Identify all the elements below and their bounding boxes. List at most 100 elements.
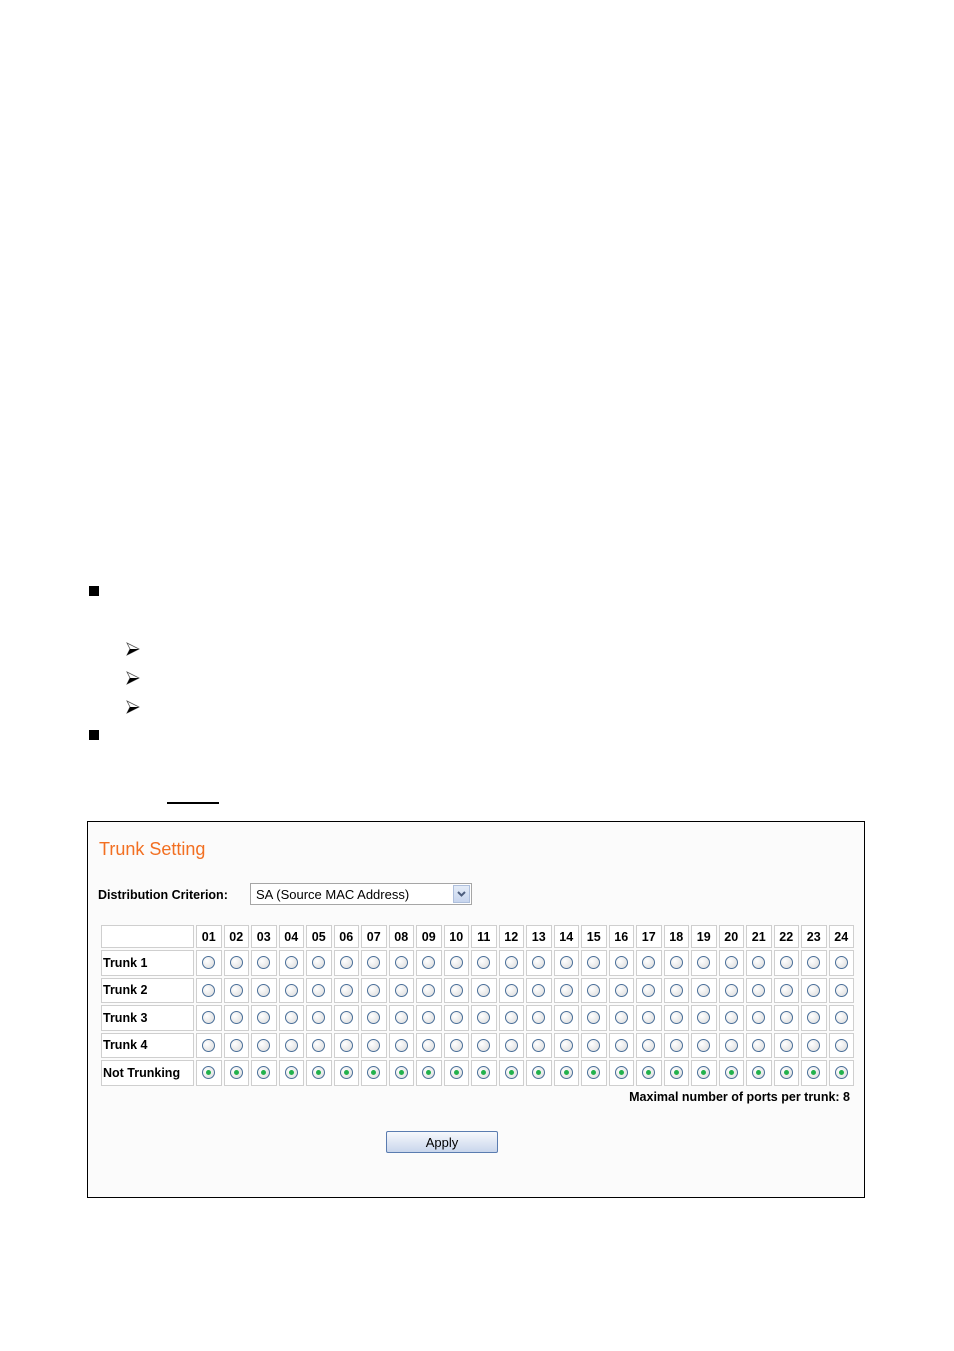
- port-radio-button[interactable]: [312, 956, 326, 970]
- port-radio-button[interactable]: [532, 1011, 546, 1025]
- port-radio-button[interactable]: [367, 1066, 381, 1080]
- port-radio-button[interactable]: [779, 983, 793, 997]
- port-radio-button[interactable]: [339, 956, 353, 970]
- port-radio-button[interactable]: [614, 1066, 628, 1080]
- distribution-criterion-select[interactable]: SA (Source MAC Address): [250, 883, 472, 905]
- port-radio-button[interactable]: [724, 1066, 738, 1080]
- port-radio-button[interactable]: [477, 1011, 491, 1025]
- port-radio-button[interactable]: [587, 1038, 601, 1052]
- port-radio-button[interactable]: [422, 1011, 436, 1025]
- port-radio-button[interactable]: [339, 1038, 353, 1052]
- chevron-down-icon[interactable]: [453, 885, 470, 903]
- port-radio-button[interactable]: [642, 1011, 656, 1025]
- port-radio-button[interactable]: [229, 983, 243, 997]
- port-radio-button[interactable]: [367, 956, 381, 970]
- port-radio-button[interactable]: [752, 1038, 766, 1052]
- port-radio-button[interactable]: [284, 1011, 298, 1025]
- port-radio-button[interactable]: [752, 1066, 766, 1080]
- port-radio-button[interactable]: [697, 1066, 711, 1080]
- port-radio-button[interactable]: [284, 983, 298, 997]
- port-radio-button[interactable]: [807, 956, 821, 970]
- port-radio-button[interactable]: [532, 1066, 546, 1080]
- port-radio-button[interactable]: [587, 1011, 601, 1025]
- port-radio-button[interactable]: [614, 956, 628, 970]
- port-radio-button[interactable]: [642, 1066, 656, 1080]
- port-radio-button[interactable]: [449, 1038, 463, 1052]
- port-radio-button[interactable]: [477, 1066, 491, 1080]
- port-radio-button[interactable]: [229, 1011, 243, 1025]
- port-radio-button[interactable]: [422, 956, 436, 970]
- port-radio-button[interactable]: [504, 956, 518, 970]
- port-radio-button[interactable]: [367, 983, 381, 997]
- port-radio-button[interactable]: [532, 1038, 546, 1052]
- port-radio-button[interactable]: [202, 1011, 216, 1025]
- port-radio-button[interactable]: [834, 1038, 848, 1052]
- port-radio-button[interactable]: [312, 1011, 326, 1025]
- port-radio-button[interactable]: [697, 1038, 711, 1052]
- port-radio-button[interactable]: [422, 1066, 436, 1080]
- port-radio-button[interactable]: [669, 1011, 683, 1025]
- port-radio-button[interactable]: [504, 983, 518, 997]
- port-radio-button[interactable]: [587, 983, 601, 997]
- port-radio-button[interactable]: [202, 983, 216, 997]
- port-radio-button[interactable]: [669, 983, 683, 997]
- port-radio-button[interactable]: [312, 983, 326, 997]
- port-radio-button[interactable]: [202, 1038, 216, 1052]
- port-radio-button[interactable]: [257, 1038, 271, 1052]
- port-radio-button[interactable]: [394, 1011, 408, 1025]
- port-radio-button[interactable]: [257, 1066, 271, 1080]
- port-radio-button[interactable]: [807, 1038, 821, 1052]
- port-radio-button[interactable]: [284, 1066, 298, 1080]
- port-radio-button[interactable]: [752, 983, 766, 997]
- port-radio-button[interactable]: [312, 1038, 326, 1052]
- port-radio-button[interactable]: [202, 1066, 216, 1080]
- apply-button[interactable]: Apply: [386, 1131, 498, 1153]
- port-radio-button[interactable]: [367, 1011, 381, 1025]
- port-radio-button[interactable]: [367, 1038, 381, 1052]
- port-radio-button[interactable]: [477, 956, 491, 970]
- port-radio-button[interactable]: [779, 1011, 793, 1025]
- port-radio-button[interactable]: [834, 1066, 848, 1080]
- port-radio-button[interactable]: [284, 956, 298, 970]
- port-radio-button[interactable]: [202, 956, 216, 970]
- port-radio-button[interactable]: [559, 1066, 573, 1080]
- port-radio-button[interactable]: [449, 983, 463, 997]
- port-radio-button[interactable]: [449, 1066, 463, 1080]
- port-radio-button[interactable]: [504, 1011, 518, 1025]
- port-radio-button[interactable]: [504, 1038, 518, 1052]
- port-radio-button[interactable]: [807, 1011, 821, 1025]
- port-radio-button[interactable]: [779, 1038, 793, 1052]
- port-radio-button[interactable]: [642, 956, 656, 970]
- port-radio-button[interactable]: [724, 1011, 738, 1025]
- port-radio-button[interactable]: [394, 1066, 408, 1080]
- port-radio-button[interactable]: [724, 1038, 738, 1052]
- port-radio-button[interactable]: [532, 956, 546, 970]
- port-radio-button[interactable]: [257, 983, 271, 997]
- port-radio-button[interactable]: [559, 956, 573, 970]
- port-radio-button[interactable]: [394, 956, 408, 970]
- port-radio-button[interactable]: [394, 983, 408, 997]
- port-radio-button[interactable]: [834, 1011, 848, 1025]
- port-radio-button[interactable]: [697, 1011, 711, 1025]
- port-radio-button[interactable]: [587, 956, 601, 970]
- port-radio-button[interactable]: [697, 956, 711, 970]
- port-radio-button[interactable]: [724, 956, 738, 970]
- port-radio-button[interactable]: [614, 1011, 628, 1025]
- port-radio-button[interactable]: [614, 983, 628, 997]
- port-radio-button[interactable]: [724, 983, 738, 997]
- port-radio-button[interactable]: [477, 983, 491, 997]
- port-radio-button[interactable]: [559, 1011, 573, 1025]
- port-radio-button[interactable]: [229, 1066, 243, 1080]
- port-radio-button[interactable]: [422, 983, 436, 997]
- port-radio-button[interactable]: [449, 1011, 463, 1025]
- port-radio-button[interactable]: [229, 1038, 243, 1052]
- port-radio-button[interactable]: [504, 1066, 518, 1080]
- port-radio-button[interactable]: [834, 983, 848, 997]
- port-radio-button[interactable]: [312, 1066, 326, 1080]
- port-radio-button[interactable]: [339, 1066, 353, 1080]
- port-radio-button[interactable]: [752, 1011, 766, 1025]
- port-radio-button[interactable]: [339, 1011, 353, 1025]
- port-radio-button[interactable]: [779, 956, 793, 970]
- port-radio-button[interactable]: [229, 956, 243, 970]
- port-radio-button[interactable]: [284, 1038, 298, 1052]
